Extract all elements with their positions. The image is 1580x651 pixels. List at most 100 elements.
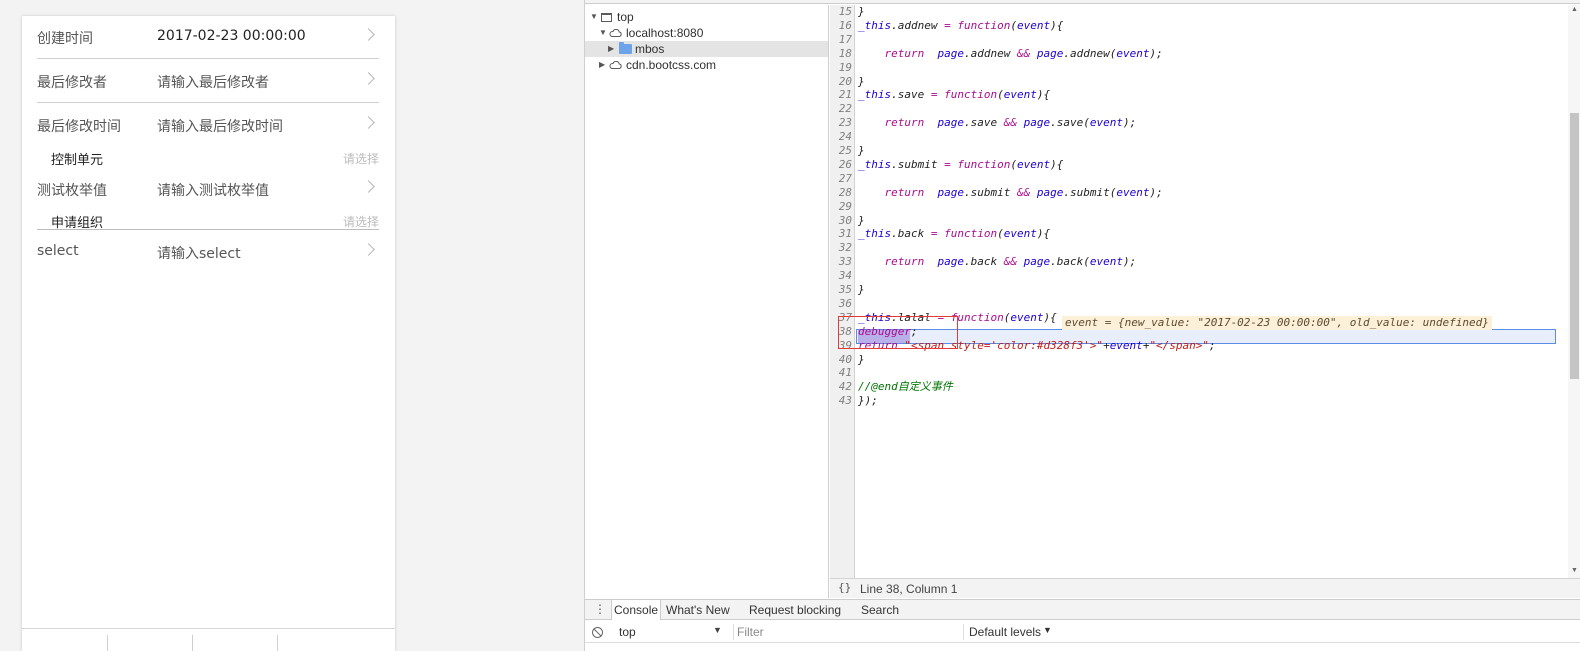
field-label: 控制单元 (51, 153, 104, 168)
code-line[interactable]: } (858, 5, 865, 19)
code-lines[interactable]: } _this.addnew = function(event){ return … (858, 5, 1558, 578)
field-placeholder: 请输入最后修改时间 (157, 119, 283, 135)
line-number[interactable]: 25 (830, 144, 852, 157)
expand-arrow-icon[interactable]: ▼ (590, 9, 598, 25)
line-number[interactable]: 29 (830, 200, 852, 213)
tab-search[interactable]: Search (861, 603, 899, 617)
line-number[interactable]: 34 (830, 269, 852, 282)
field-placeholder: 请输入最后修改者 (157, 75, 269, 91)
line-number[interactable]: 43 (830, 394, 852, 407)
line-number[interactable]: 41 (830, 366, 852, 379)
inline-variable-value: event = {new_value: "2017-02-23 00:00:00… (1062, 316, 1492, 330)
code-line[interactable]: } (858, 353, 865, 367)
tab-whats-new[interactable]: What's New (666, 603, 730, 617)
form-row-select[interactable]: select 请输入select (37, 231, 379, 274)
expand-arrow-icon[interactable]: ▶ (599, 57, 605, 73)
line-number[interactable]: 42 (830, 380, 852, 393)
line-number[interactable]: 35 (830, 283, 852, 296)
line-number[interactable]: 31 (830, 227, 852, 240)
scrollbar-thumb[interactable] (1570, 113, 1579, 379)
form-row-last-modifier[interactable]: 最后修改者 请输入最后修改者 (37, 60, 379, 103)
line-number[interactable]: 36 (830, 297, 852, 310)
dropdown-arrow-icon[interactable]: ▼ (1043, 625, 1052, 635)
code-line[interactable]: return page.back && page.back(event); (858, 255, 1137, 269)
more-menu-icon[interactable]: ⋮ (594, 602, 606, 616)
code-line[interactable]: _this.back = function(event){ (858, 227, 1050, 241)
chevron-right-icon (362, 116, 375, 129)
clear-console-icon[interactable] (592, 627, 603, 638)
line-number[interactable]: 40 (830, 353, 852, 366)
field-label: 申请组织 (51, 216, 104, 231)
code-line[interactable]: } (858, 144, 865, 158)
field-label: 最后修改者 (37, 75, 107, 91)
code-line[interactable]: _this.addnew = function(event){ (858, 19, 1063, 33)
tree-item-cdn-bootcss[interactable]: ▶ cdn.bootcss.com (585, 57, 828, 73)
line-number[interactable]: 30 (830, 214, 852, 227)
toolbar-divider (733, 624, 734, 640)
context-selector[interactable]: top (619, 625, 636, 639)
form-row-last-modified-time[interactable]: 最后修改时间 请输入最后修改时间 (37, 104, 379, 147)
line-number[interactable]: 17 (830, 33, 852, 46)
tab-request-blocking[interactable]: Request blocking (749, 603, 841, 617)
line-number[interactable]: 20 (830, 75, 852, 88)
form-row-apply-org[interactable]: 申请组织 请选择 (37, 210, 379, 231)
code-line[interactable]: } (858, 283, 865, 297)
code-line[interactable]: return page.save && page.save(event); (858, 116, 1137, 130)
line-number[interactable]: 24 (830, 130, 852, 143)
select-placeholder: 请选择 (342, 215, 379, 229)
code-line[interactable]: _this.save = function(event){ (858, 88, 1050, 102)
line-number[interactable]: 16 (830, 19, 852, 32)
file-navigator: ▼ top ▼ localhost:8080 ▶ mbos ▶ cdn.boot… (585, 5, 829, 598)
line-number[interactable]: 28 (830, 186, 852, 199)
line-number[interactable]: 22 (830, 102, 852, 115)
mobile-form-panel: 创建时间 2017-02-23 00:00:00 最后修改者 请输入最后修改者 … (22, 16, 395, 651)
line-number[interactable]: 32 (830, 241, 852, 254)
line-number[interactable]: 18 (830, 47, 852, 60)
line-number[interactable]: 27 (830, 172, 852, 185)
line-number[interactable]: 15 (830, 5, 852, 18)
field-label: 测试枚举值 (37, 183, 107, 199)
code-line[interactable]: return page.submit && page.submit(event)… (858, 186, 1163, 200)
tree-label: localhost:8080 (626, 26, 704, 40)
line-number[interactable]: 23 (830, 116, 852, 129)
scroll-down-icon[interactable]: ▼ (1571, 567, 1578, 574)
tab-divider (192, 635, 193, 651)
folder-icon (619, 42, 632, 54)
line-number[interactable]: 21 (830, 88, 852, 101)
expand-arrow-icon[interactable]: ▶ (608, 41, 614, 57)
scroll-up-icon[interactable]: ▲ (1571, 6, 1578, 13)
code-line[interactable]: //@end自定义事件 (858, 380, 953, 394)
tree-item-top[interactable]: ▼ top (585, 9, 828, 25)
tree-item-mbos[interactable]: ▶ mbos (585, 41, 828, 57)
tab-divider (107, 635, 108, 651)
code-line[interactable]: return page.addnew && page.addnew(event)… (858, 47, 1163, 61)
log-levels-dropdown[interactable]: Default levels (969, 625, 1041, 639)
field-placeholder: 请输入测试枚举值 (157, 183, 269, 199)
cursor-position: Line 38, Column 1 (860, 582, 958, 596)
dropdown-arrow-icon[interactable]: ▼ (713, 625, 722, 635)
drawer-tab-bar: ⋮ Console What's New Request blocking Se… (585, 599, 1580, 620)
tree-item-localhost[interactable]: ▼ localhost:8080 (585, 25, 828, 41)
line-number[interactable]: 26 (830, 158, 852, 171)
expand-arrow-icon[interactable]: ▼ (599, 25, 607, 41)
form-row-control-unit[interactable]: 控制单元 请选择 (37, 147, 379, 168)
code-line[interactable]: }); (858, 394, 878, 408)
pretty-print-icon[interactable]: {} (838, 581, 851, 594)
tab-console[interactable]: Console (611, 600, 662, 620)
select-placeholder: 请选择 (342, 152, 379, 166)
tree-label: cdn.bootcss.com (626, 58, 717, 72)
preview-pane: 创建时间 2017-02-23 00:00:00 最后修改者 请输入最后修改者 … (0, 0, 584, 651)
code-line[interactable]: } (858, 214, 865, 228)
filter-input[interactable]: Filter (737, 625, 764, 639)
code-line[interactable]: } (858, 75, 865, 89)
form-row-test-enum[interactable]: 测试枚举值 请输入测试枚举值 (37, 168, 379, 211)
line-number[interactable]: 19 (830, 61, 852, 74)
field-label: 最后修改时间 (37, 119, 121, 135)
vertical-scrollbar[interactable]: ▲ ▼ (1568, 5, 1580, 578)
code-line[interactable]: _this.submit = function(event){ (858, 158, 1063, 172)
line-number-gutter[interactable]: 15 16 17 18 19 20 21 22 23 24 25 26 27 28 29 30 31 32 33 34… (830, 5, 855, 578)
form-row-created-time[interactable]: 创建时间 2017-02-23 00:00:00 (37, 16, 379, 59)
code-editor[interactable]: 15 16 17 18 19 20 21 22 23 24 25 26 27 28 29 30 31 32 33 34… (830, 5, 1580, 578)
cloud-icon (609, 61, 622, 69)
line-number[interactable]: 33 (830, 255, 852, 268)
